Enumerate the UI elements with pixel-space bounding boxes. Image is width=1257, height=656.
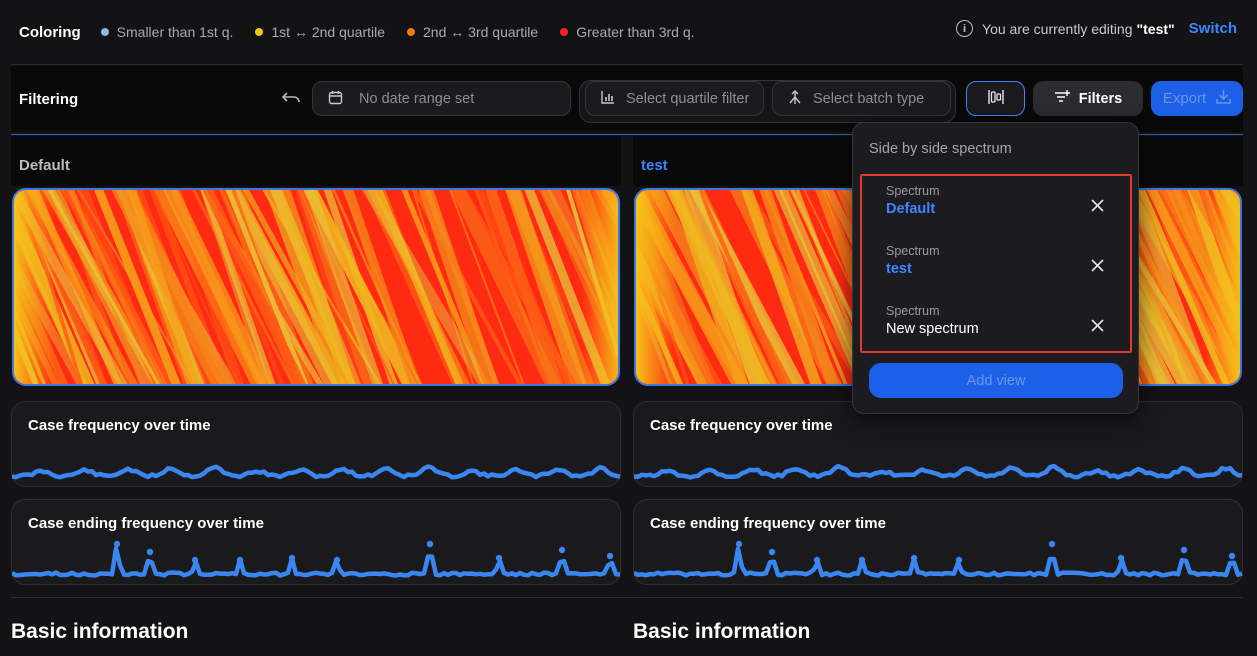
side-by-side-popover: Side by side spectrum Spectrum Default S… bbox=[852, 122, 1139, 414]
legend-dot-q2-q3 bbox=[407, 28, 416, 36]
filters-label: Filters bbox=[1078, 90, 1123, 107]
spectrum-visual-default[interactable] bbox=[12, 188, 620, 386]
spectrum-kind-label: Spectrum bbox=[886, 304, 940, 318]
bar-chart-icon bbox=[600, 90, 616, 107]
legend-dot-above-q3 bbox=[560, 28, 569, 36]
ending-peak-marker bbox=[495, 554, 503, 562]
add-view-button[interactable]: Add view bbox=[869, 363, 1123, 398]
legend-label-above-q3: Greater than 3rd q. bbox=[576, 24, 695, 40]
close-icon[interactable] bbox=[1091, 317, 1104, 337]
ending-peak-marker bbox=[606, 552, 614, 560]
date-range-placeholder: No date range set bbox=[359, 90, 475, 107]
close-icon[interactable] bbox=[1091, 197, 1104, 217]
ending-peak-marker bbox=[955, 556, 963, 564]
spectrum-list-item[interactable]: Spectrum New spectrum bbox=[886, 304, 1116, 348]
ending-peak-marker bbox=[768, 548, 776, 556]
legend-label-q1-q2: 1st ↔ 2nd quartile bbox=[271, 24, 386, 40]
spectrum-name: New spectrum bbox=[886, 321, 979, 337]
quartile-filter-placeholder: Select quartile filter bbox=[626, 90, 750, 107]
case-ending-card-test: Case ending frequency over time bbox=[633, 499, 1243, 585]
ending-peak-marker bbox=[1180, 546, 1188, 554]
case-frequency-title: Case frequency over time bbox=[28, 417, 211, 434]
spectrum-column-default: Default bbox=[11, 136, 621, 386]
spectrum-list: Spectrum Default Spectrum test Spectrum … bbox=[860, 174, 1132, 353]
download-icon bbox=[1216, 89, 1231, 108]
section-divider bbox=[11, 597, 1243, 598]
legend-item-q2-q3: 2nd ↔ 3rd quartile bbox=[407, 24, 538, 40]
ending-peak-marker bbox=[735, 540, 743, 548]
ending-peak-marker bbox=[1228, 552, 1236, 560]
basic-information-heading: Basic information bbox=[11, 620, 189, 643]
side-by-side-icon bbox=[987, 89, 1005, 108]
ending-peak-marker bbox=[333, 556, 341, 564]
filter-add-icon bbox=[1054, 89, 1070, 108]
case-frequency-title: Case frequency over time bbox=[650, 417, 833, 434]
legend-label-below-q1: Smaller than 1st q. bbox=[116, 24, 234, 40]
batch-type-select[interactable]: Select batch type bbox=[772, 81, 951, 116]
coloring-title: Coloring bbox=[19, 23, 81, 41]
filtering-title: Filtering bbox=[19, 91, 79, 108]
case-ending-sparkline bbox=[634, 540, 1243, 578]
ending-peak-marker bbox=[236, 556, 244, 564]
filters-button[interactable]: Filters bbox=[1033, 81, 1143, 116]
batch-type-placeholder: Select batch type bbox=[813, 90, 925, 107]
date-range-input[interactable]: No date range set bbox=[312, 81, 571, 116]
export-button[interactable]: Export bbox=[1151, 81, 1243, 116]
case-ending-sparkline bbox=[12, 540, 621, 578]
ending-peak-marker bbox=[288, 554, 296, 562]
column-title-default: Default bbox=[11, 136, 621, 186]
ending-peak-marker bbox=[146, 548, 154, 556]
spectrum-list-item[interactable]: Spectrum Default bbox=[886, 184, 1116, 228]
spectrum-name: test bbox=[886, 261, 912, 277]
editing-name: "test" bbox=[1136, 20, 1175, 37]
spectrum-name: Default bbox=[886, 201, 936, 217]
ending-peak-marker bbox=[910, 554, 918, 562]
ending-peak-marker bbox=[113, 540, 121, 548]
legend-item-q1-q2: 1st ↔ 2nd quartile bbox=[255, 24, 385, 40]
editing-status: i You are currently editing "test" Switc… bbox=[956, 20, 1237, 37]
spectrum-list-item[interactable]: Spectrum test bbox=[886, 244, 1116, 288]
side-by-side-button[interactable] bbox=[966, 81, 1025, 116]
spectrum-kind-label: Spectrum bbox=[886, 244, 940, 258]
case-frequency-sparkline bbox=[12, 464, 621, 480]
editing-prefix: You are currently editing bbox=[982, 20, 1133, 37]
legend-dot-below-q1 bbox=[100, 28, 109, 36]
ending-peak-marker bbox=[558, 546, 566, 554]
case-frequency-sparkline bbox=[634, 463, 1243, 480]
top-divider bbox=[11, 64, 1243, 65]
legend-item-below-q1: Smaller than 1st q. bbox=[100, 24, 234, 40]
spectrum-kind-label: Spectrum bbox=[886, 184, 940, 198]
coloring-bar: Coloring Smaller than 1st q. 1st ↔ 2nd q… bbox=[0, 0, 1257, 64]
quartile-filter-select[interactable]: Select quartile filter bbox=[585, 81, 764, 116]
legend-dot-q1-q2 bbox=[255, 28, 264, 36]
case-ending-card-default: Case ending frequency over time bbox=[11, 499, 621, 585]
popover-title: Side by side spectrum bbox=[869, 141, 1012, 157]
merge-icon bbox=[787, 89, 803, 108]
ending-peak-marker bbox=[1048, 540, 1056, 548]
undo-icon[interactable] bbox=[281, 90, 301, 111]
case-frequency-card-default: Case frequency over time bbox=[11, 401, 621, 487]
legend-label-q2-q3: 2nd ↔ 3rd quartile bbox=[423, 24, 539, 40]
ending-peak-marker bbox=[191, 556, 199, 564]
export-label: Export bbox=[1162, 90, 1207, 107]
legend-item-above-q3: Greater than 3rd q. bbox=[560, 24, 695, 40]
basic-information-heading: Basic information bbox=[633, 620, 811, 643]
ending-peak-marker bbox=[858, 556, 866, 564]
calendar-icon bbox=[327, 90, 343, 108]
ending-peak-marker bbox=[426, 540, 434, 548]
switch-link[interactable]: Switch bbox=[1189, 20, 1237, 37]
ending-peak-marker bbox=[813, 556, 821, 564]
close-icon[interactable] bbox=[1091, 257, 1104, 277]
info-icon: i bbox=[956, 20, 974, 37]
ending-peak-marker bbox=[1117, 554, 1125, 562]
